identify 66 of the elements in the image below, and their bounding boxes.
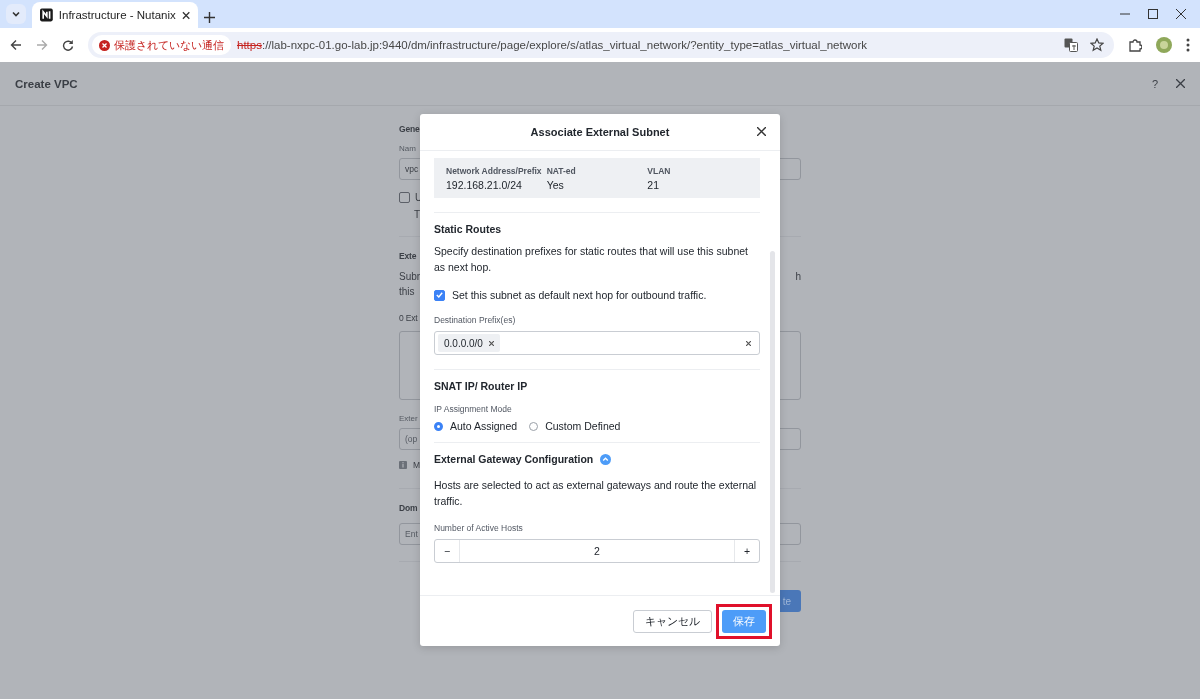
close-icon[interactable] [1176,79,1185,88]
security-indicator[interactable]: 保護されていない通信 [92,35,231,55]
description-text: h [795,271,801,282]
profile-avatar-icon[interactable] [1156,37,1172,53]
cancel-button[interactable]: キャンセル [633,610,712,633]
puzzle-piece-icon[interactable] [1128,38,1142,52]
radio-button[interactable] [434,421,443,431]
description-text: Hosts are selected to act as external gateways and route the external traffic. [434,478,758,509]
maximize-icon[interactable] [1148,9,1158,19]
section-heading: Static Routes [434,223,503,235]
close-icon[interactable] [181,10,190,20]
field-label: Number of Active Hosts [434,523,524,533]
section-heading: Dom [399,503,418,513]
close-icon[interactable] [757,127,766,136]
tab-list-button[interactable] [6,4,26,24]
browser-tab[interactable]: Infrastructure - Nutanix [32,2,198,28]
decrement-button[interactable]: − [435,540,459,562]
radio-label: Auto Assigned [450,420,518,432]
number-stepper[interactable]: − 2 + [434,539,760,563]
summary-label: NAT-ed [546,165,577,176]
info-text: M [413,460,421,470]
scrollbar[interactable] [770,251,775,593]
checkbox[interactable] [434,289,445,301]
increment-button[interactable]: + [735,540,759,562]
stepper-value: 2 [459,540,735,562]
page-title: Create VPC [15,77,79,90]
field-label: Nam [399,144,416,153]
star-icon[interactable] [1090,38,1104,52]
checkbox-label: Set this subnet as default next hop for outbound traffic. [452,289,707,301]
chevron-up-icon[interactable] [600,453,612,465]
section-heading: SNAT IP/ Router IP [434,380,529,392]
section-heading: External Gateway Configuration [434,453,594,465]
site-logo-icon [40,8,53,22]
translate-icon[interactable] [1064,38,1078,52]
help-text: T [413,209,421,220]
dialog-title: Associate External Subnet [530,126,670,138]
radio-label: Custom Defined [545,420,621,432]
info-icon [399,461,407,469]
chevron-down-icon [11,9,21,19]
more-options-icon[interactable] [1186,38,1190,52]
url-text: https://lab-nxpc-01.go-lab.jp:9440/dm/infrastructure/page/explore/s/atlas_virtual_network/?entity_type=atlas_virtual_network [237,39,867,51]
clear-icon[interactable] [746,340,751,346]
address-bar[interactable]: 保護されていない通信 https://lab-nxpc-01.go-lab.jp:9440/dm/infrastructure/page/explore/s/atlas_virtual_network/?entity_type=atlas_virtual_network [88,32,1114,58]
summary-label: Network Address/Prefix [446,165,543,176]
summary-value: 192.168.21.0/24 [446,178,523,191]
field-label: IP Assignment Mode [434,404,513,414]
description-text: Specify destination prefixes for static routes that will use this subnet as next hop. [434,244,749,275]
checkbox[interactable] [399,192,410,203]
summary-label: VLAN [647,165,672,176]
back-arrow-icon[interactable] [10,39,22,51]
section-heading: Exte [399,251,417,261]
close-icon[interactable] [1176,9,1186,19]
description-text: this [399,286,415,297]
multi-select-field[interactable]: 0.0.0.0/0 [434,331,760,355]
summary-value: Yes [546,178,565,191]
field-label: Destination Prefix(es) [434,315,517,325]
count-text: 0 Ext [399,313,418,323]
field-label: Exter [399,414,418,423]
remove-icon[interactable] [488,340,494,346]
section-heading: Gene [399,124,420,134]
summary-value: 21 [647,178,661,191]
error-icon [99,39,110,51]
tag-text: 0.0.0.0/0 [444,337,483,349]
reload-icon[interactable] [62,39,74,51]
new-tab-icon[interactable] [204,12,215,23]
help-button[interactable]: ? [1151,77,1158,90]
